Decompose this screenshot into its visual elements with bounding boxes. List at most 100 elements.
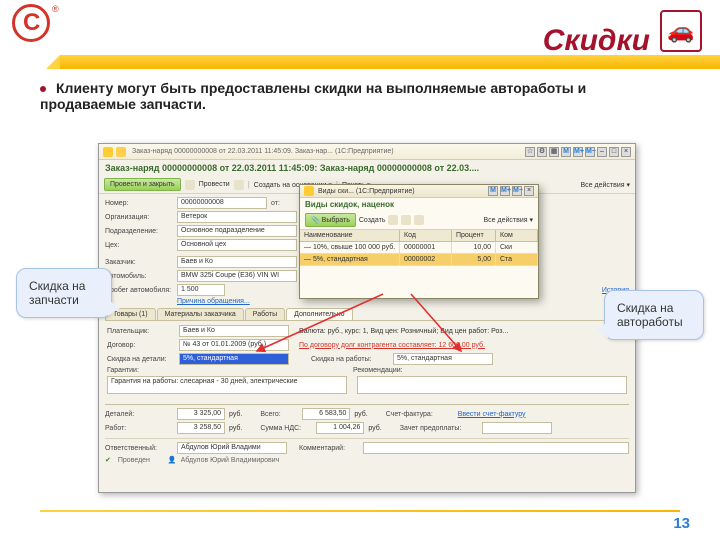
doc-icon[interactable] bbox=[234, 180, 244, 190]
parts-total-label: Деталей: bbox=[105, 411, 173, 418]
home-icon[interactable] bbox=[103, 147, 113, 157]
star-icon[interactable] bbox=[116, 147, 126, 157]
titlebar: Заказ-наряд 00000000008 от 22.03.2011 11… bbox=[99, 144, 635, 160]
tab-materials[interactable]: Материалы заказчика bbox=[157, 308, 244, 320]
car-field[interactable]: BMW 325i Coupe (E36) VIN WI bbox=[177, 270, 297, 282]
popup-titlebar: Виды ски... (1С:Предприятие) M M+ M− × bbox=[300, 185, 538, 198]
m-minus-button[interactable]: M− bbox=[585, 147, 595, 157]
total-field: 6 583,50 bbox=[302, 408, 350, 420]
mileage-label: Пробег автомобиля: bbox=[105, 287, 173, 294]
grid-row-selected[interactable]: — 5%, стандартная 00000002 5,00 Ста bbox=[300, 254, 538, 266]
disc-parts-label: Скидка на детали: bbox=[107, 356, 175, 363]
close-button[interactable]: × bbox=[621, 147, 631, 157]
dept-label: Подразделение: bbox=[105, 228, 173, 235]
resp-label: Ответственный: bbox=[105, 445, 173, 452]
disc-works-field[interactable]: 5%, стандартная bbox=[393, 353, 493, 365]
minimize-button[interactable]: – bbox=[597, 147, 607, 157]
contract-field[interactable]: № 43 от 01.01.2009 (руб.) bbox=[179, 339, 289, 351]
window-title: Заказ-наряд 00000000008 от 22.03.2011 11… bbox=[132, 148, 523, 155]
debt-link[interactable]: По договору долг контрагента составляет:… bbox=[299, 342, 485, 349]
works-total-label: Работ: bbox=[105, 425, 173, 432]
posted-icon: ✔ bbox=[105, 456, 111, 464]
tab-works[interactable]: Работы bbox=[245, 308, 285, 320]
page-number: 13 bbox=[673, 515, 690, 532]
delete-icon[interactable] bbox=[401, 215, 411, 225]
number-field[interactable]: 00000000008 bbox=[177, 197, 267, 209]
popup-m[interactable]: M bbox=[488, 186, 498, 196]
doc-title: Заказ-наряд 00000000008 от 22.03.2011 11… bbox=[99, 160, 635, 176]
slide-title: Скидки bbox=[543, 24, 650, 58]
mileage-field[interactable]: 1 500 bbox=[177, 284, 225, 296]
dept-field[interactable]: Основное подразделение bbox=[177, 225, 297, 237]
org-label: Организация: bbox=[105, 214, 173, 221]
popup-m-minus[interactable]: M− bbox=[512, 186, 522, 196]
prepay-label: Зачет предоплаты: bbox=[400, 425, 478, 432]
fav-icon[interactable]: ☆ bbox=[525, 147, 535, 157]
edit-icon[interactable] bbox=[388, 215, 398, 225]
car-label: Автомобиль: bbox=[105, 273, 173, 280]
app-window: Заказ-наряд 00000000008 от 22.03.2011 11… bbox=[98, 143, 636, 493]
callout-parts-discount: Скидка на запчасти bbox=[16, 268, 112, 318]
warranty-label: Гарантии: bbox=[107, 367, 175, 374]
recom-field[interactable] bbox=[357, 376, 627, 394]
m-button[interactable]: M bbox=[561, 147, 571, 157]
prepay-field[interactable] bbox=[482, 422, 552, 434]
disc-parts-field[interactable]: 5%, стандартная bbox=[179, 353, 289, 365]
invoice-label: Счет-фактура: bbox=[386, 411, 454, 418]
logo-1c: С ® bbox=[12, 4, 60, 52]
m-plus-button[interactable]: M+ bbox=[573, 147, 583, 157]
discount-types-popup: Виды ски... (1С:Предприятие) M M+ M− × В… bbox=[299, 184, 539, 299]
tab-additional[interactable]: Дополнительно bbox=[286, 308, 352, 320]
disc-works-label: Скидка на работы: bbox=[311, 356, 389, 363]
author-label: Абдулов Юрий Владимирович bbox=[181, 457, 280, 464]
select-button[interactable]: 📎 Выбрать bbox=[305, 213, 356, 227]
maximize-button[interactable]: □ bbox=[609, 147, 619, 157]
car-service-icon: 🚗 bbox=[660, 10, 702, 52]
works-total: 3 258,50 bbox=[177, 422, 225, 434]
save-icon[interactable] bbox=[185, 180, 195, 190]
vat-field: 1 004,26 bbox=[316, 422, 364, 434]
tabs: Товары (1) Материалы заказчика Работы До… bbox=[105, 308, 629, 321]
resp-field[interactable]: Абдулов Юрий Владими bbox=[177, 442, 287, 454]
calc-icon[interactable]: ▦ bbox=[549, 147, 559, 157]
create-button[interactable]: Создать bbox=[359, 217, 386, 224]
shop-label: Цех: bbox=[105, 242, 173, 249]
comment-field[interactable] bbox=[363, 442, 629, 454]
popup-close[interactable]: × bbox=[524, 186, 534, 196]
comment-label: Комментарий: bbox=[299, 445, 359, 452]
popup-all-actions[interactable]: Все действия ▾ bbox=[484, 216, 533, 224]
invoice-link[interactable]: Ввести счет-фактуру bbox=[458, 411, 526, 418]
recom-label: Рекомендации: bbox=[353, 367, 431, 374]
post-button[interactable]: Провести bbox=[199, 181, 230, 188]
slide-bullet: Клиенту могут быть предоставлены скидки … bbox=[0, 70, 720, 118]
callout-tail bbox=[596, 322, 608, 338]
slide-header: С ® Скидки 🚗 bbox=[0, 0, 720, 70]
popup-m-plus[interactable]: M+ bbox=[500, 186, 510, 196]
popup-icon bbox=[304, 186, 314, 196]
find-icon[interactable] bbox=[414, 215, 424, 225]
popup-window-title: Виды ски... (1С:Предприятие) bbox=[318, 188, 486, 195]
warranty-field[interactable]: Гарантия на работы: слесарная - 30 дней,… bbox=[107, 376, 347, 394]
number-label: Номер: bbox=[105, 200, 173, 207]
decor-bar bbox=[60, 55, 720, 69]
reason-link[interactable]: Причина обращения... bbox=[177, 298, 250, 305]
vat-label: Сумма НДС: bbox=[260, 425, 312, 432]
payer-field[interactable]: Баев и Ко bbox=[179, 325, 289, 337]
date-label: от: bbox=[271, 200, 289, 207]
grid-header: Наименование Код Процент Ком bbox=[300, 230, 538, 242]
total-label: Всего: bbox=[260, 411, 298, 418]
footer-decor bbox=[40, 510, 680, 512]
shop-field[interactable]: Основной цех bbox=[177, 239, 297, 251]
parts-total: 3 325,00 bbox=[177, 408, 225, 420]
currency-info: Валюта: руб., курс: 1, Вид цен: Розничны… bbox=[299, 328, 508, 335]
save-close-button[interactable]: Провести и закрыть bbox=[104, 178, 181, 191]
all-actions-button[interactable]: Все действия ▾ bbox=[581, 181, 630, 189]
org-field[interactable]: Ветерок bbox=[177, 211, 297, 223]
customer-label: Заказчик: bbox=[105, 259, 173, 266]
customer-field[interactable]: Баев и Ко bbox=[177, 256, 297, 268]
grid-row[interactable]: — 10%, свыше 100 000 руб. 00000001 10,00… bbox=[300, 242, 538, 254]
tools-icon[interactable]: ⚙ bbox=[537, 147, 547, 157]
contract-label: Договор: bbox=[107, 342, 175, 349]
payer-label: Плательщик: bbox=[107, 328, 175, 335]
callout-works-discount: Скидка на автоработы bbox=[604, 290, 704, 340]
